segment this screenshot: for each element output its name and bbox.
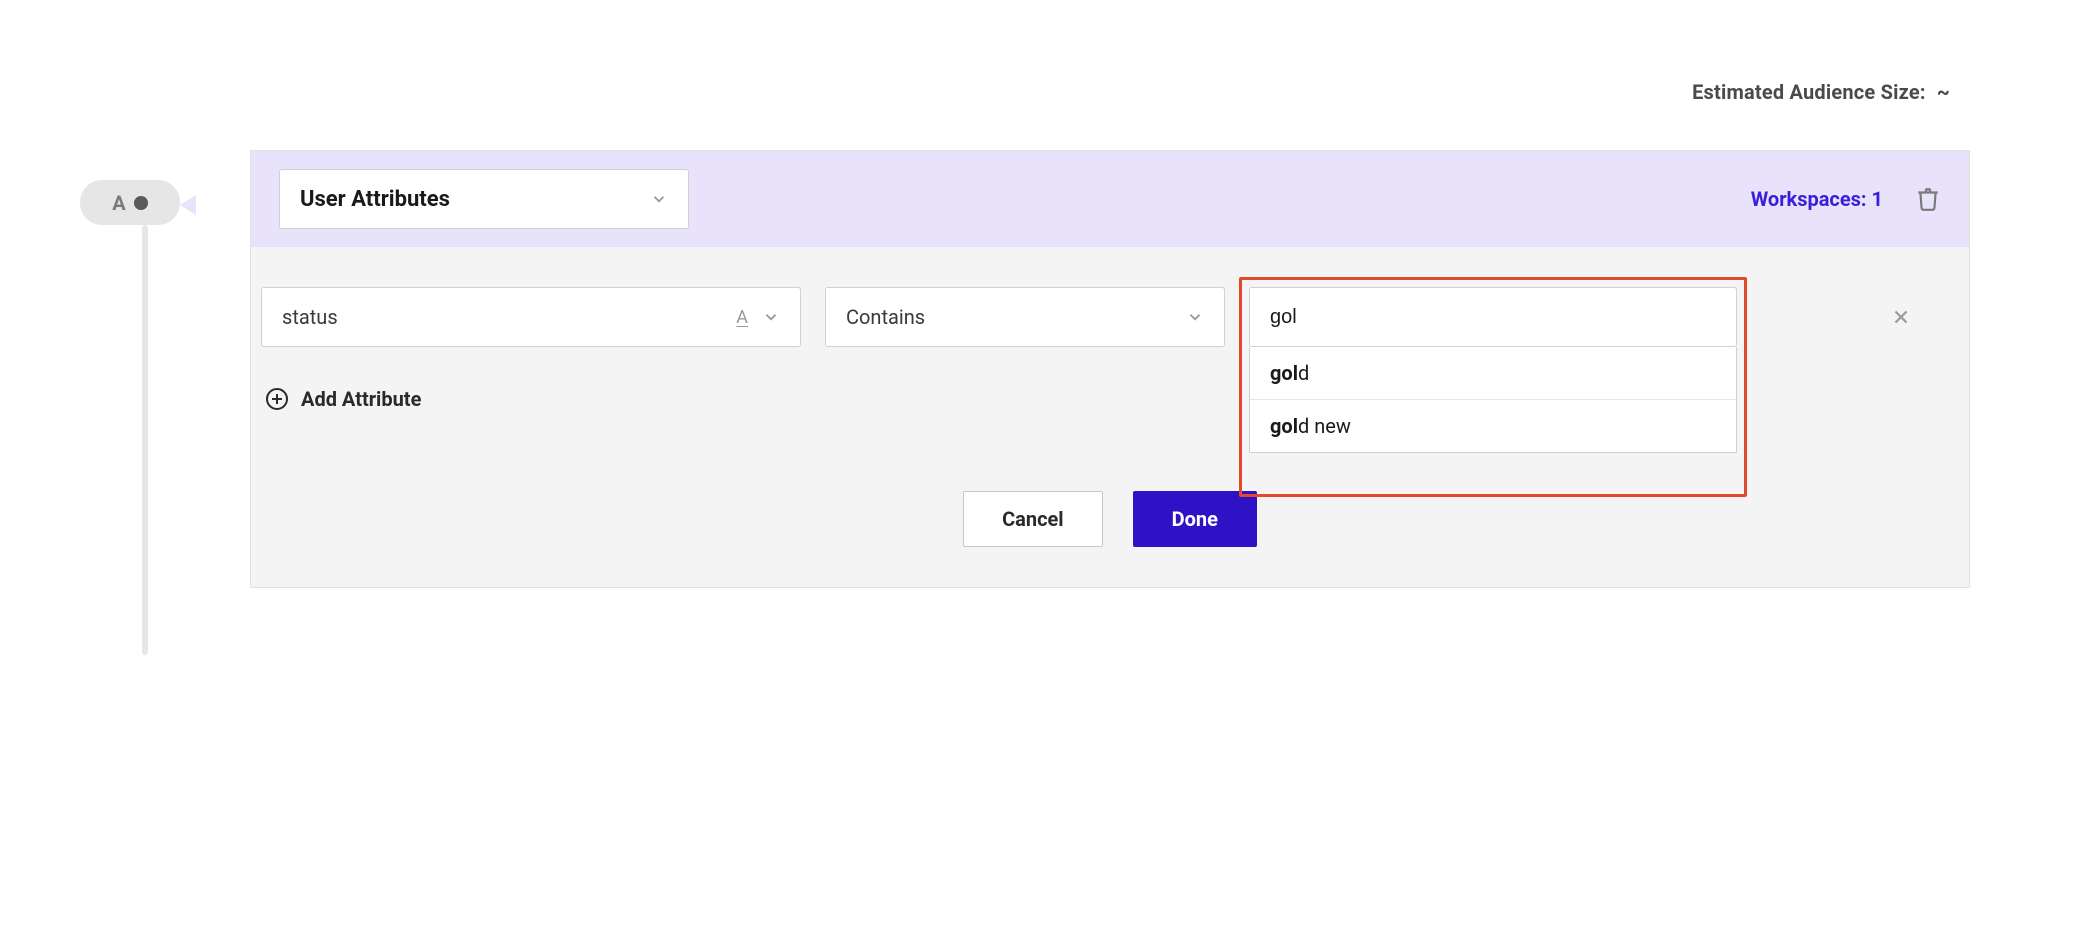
attribute-select[interactable]: status A (261, 287, 801, 347)
suggestion-item[interactable]: gold new (1250, 400, 1736, 452)
attribute-select-value: status (282, 305, 338, 329)
criteria-row: status A Contains (261, 287, 1959, 347)
value-input-container: gold gold new (1249, 287, 1737, 347)
chevron-down-icon (650, 190, 668, 208)
card-actions: Cancel Done (261, 491, 1959, 547)
segment-card-body: status A Contains (251, 247, 1969, 587)
done-button-label: Done (1172, 507, 1218, 531)
audience-size-label: Estimated Audience Size: (1692, 80, 1926, 104)
suggestion-item[interactable]: gold (1250, 347, 1736, 400)
trash-icon (1915, 186, 1941, 212)
segment-type-label: User Attributes (300, 187, 450, 212)
done-button[interactable]: Done (1133, 491, 1257, 547)
step-node-dot-icon (134, 196, 148, 210)
audience-size-value: ~ (1937, 80, 1950, 104)
cancel-button[interactable]: Cancel (963, 491, 1103, 547)
estimated-audience-size: Estimated Audience Size: ~ (1692, 80, 1950, 104)
suggestion-match: gol (1270, 414, 1298, 438)
remove-criteria-button[interactable] (1881, 287, 1921, 347)
suggestion-rest: d (1298, 361, 1309, 385)
close-icon (1890, 306, 1912, 328)
segment-card: User Attributes Workspaces: 1 (250, 150, 1970, 588)
suggestion-match: gol (1270, 361, 1298, 385)
segment-card-header: User Attributes Workspaces: 1 (251, 151, 1969, 247)
segment-type-select[interactable]: User Attributes (279, 169, 689, 229)
step-node-letter: A (112, 191, 125, 215)
operator-select[interactable]: Contains (825, 287, 1225, 347)
chevron-down-icon (1186, 308, 1204, 326)
plus-circle-icon (265, 387, 289, 411)
chevron-down-icon (762, 308, 780, 326)
flow-connector-arrow-icon (180, 195, 196, 215)
autocomplete-suggestions: gold gold new (1249, 347, 1737, 453)
step-node-pill[interactable]: A (80, 180, 180, 225)
add-attribute-label: Add Attribute (301, 387, 421, 411)
text-type-icon: A (736, 307, 748, 328)
delete-segment-button[interactable] (1915, 186, 1941, 212)
value-input[interactable] (1249, 287, 1737, 347)
cancel-button-label: Cancel (1002, 507, 1064, 531)
workspaces-link[interactable]: Workspaces: 1 (1751, 187, 1883, 211)
flow-vertical-line (142, 225, 148, 655)
operator-select-value: Contains (846, 305, 925, 329)
suggestion-rest: d new (1298, 414, 1351, 438)
